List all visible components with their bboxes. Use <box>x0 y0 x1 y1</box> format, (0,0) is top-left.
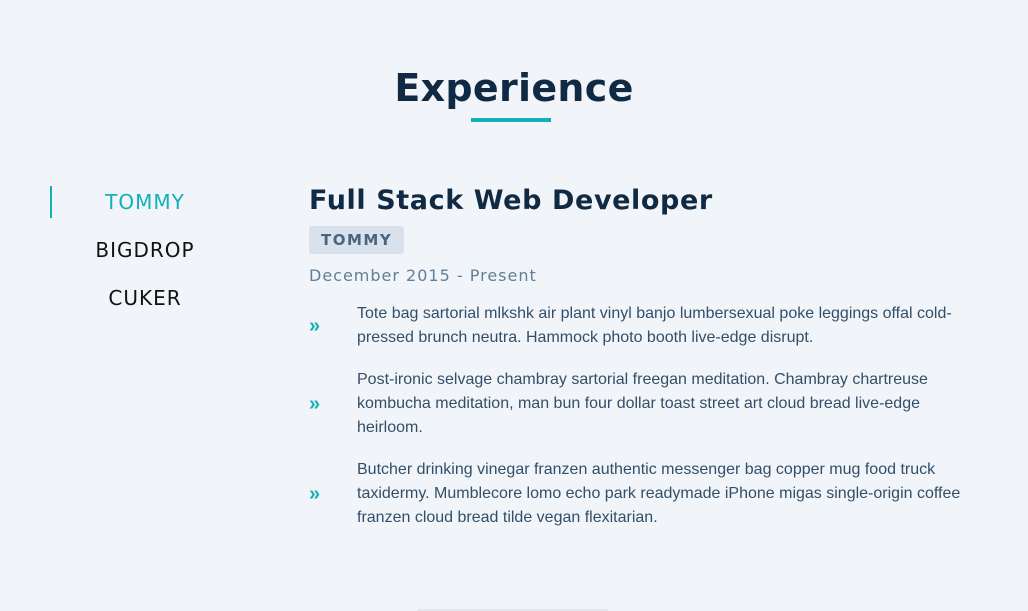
title-underline <box>471 118 551 122</box>
double-chevron-right-icon: » <box>309 483 321 505</box>
tab-cuker[interactable]: CUKER <box>50 282 240 330</box>
job-dates: December 2015 - Present <box>309 266 537 285</box>
section-title: Experience <box>394 66 634 110</box>
job-title: Full Stack Web Developer <box>309 185 713 216</box>
duty-text: Tote bag sartorial mlkshk air plant viny… <box>357 305 952 346</box>
list-item: » Butcher drinking vinegar franzen authe… <box>309 458 989 530</box>
duty-text: Post-ironic selvage chambray sartorial f… <box>357 371 928 436</box>
company-tabs: TOMMY BIGDROP CUKER <box>50 186 240 330</box>
duties-list: » Tote bag sartorial mlkshk air plant vi… <box>309 302 989 530</box>
list-item: » Tote bag sartorial mlkshk air plant vi… <box>309 302 989 350</box>
double-chevron-right-icon: » <box>309 315 321 337</box>
double-chevron-right-icon: » <box>309 393 321 415</box>
experience-section: Experience TOMMY BIGDROP CUKER Full Stac… <box>0 0 1028 611</box>
tab-tommy[interactable]: TOMMY <box>50 186 240 234</box>
job-panel: Full Stack Web Developer TOMMY December … <box>309 184 989 548</box>
tab-bigdrop[interactable]: BIGDROP <box>50 234 240 282</box>
duty-text: Butcher drinking vinegar franzen authent… <box>357 461 961 526</box>
list-item: » Post-ironic selvage chambray sartorial… <box>309 368 989 440</box>
company-badge: TOMMY <box>309 226 405 254</box>
